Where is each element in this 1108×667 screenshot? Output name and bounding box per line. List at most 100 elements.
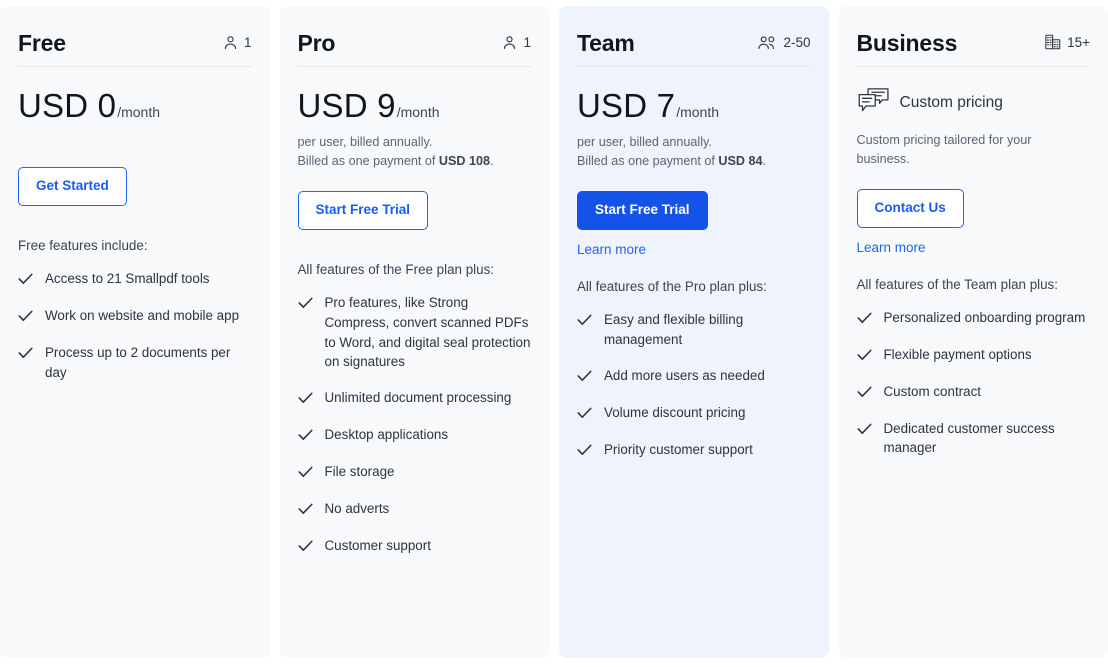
price-amount: USD 7 (577, 87, 676, 124)
cta-wrap: Get Started (18, 167, 252, 207)
billing-note: per user, billed annually. Billed as one… (577, 133, 811, 171)
check-icon (577, 369, 592, 387)
custom-pricing-description: Custom pricing tailored for your busines… (856, 133, 1032, 166)
check-icon (18, 272, 33, 290)
feature-text: Work on website and mobile app (45, 308, 240, 324)
seat-count: 1 (523, 35, 531, 50)
cta-wrap: Contact Us Learn more (856, 188, 1091, 257)
start-free-trial-button[interactable]: Start Free Trial (297, 191, 429, 230)
feature-text: No adverts (324, 501, 390, 517)
check-icon (18, 309, 33, 327)
speech-bubbles-icon (857, 87, 891, 119)
feature-text: Customer support (324, 538, 431, 554)
feature-item: Access to 21 Smallpdf tools (18, 269, 252, 290)
feature-item: Priority customer support (577, 440, 811, 461)
check-icon (297, 502, 313, 520)
feature-text: Add more users as needed (604, 367, 765, 383)
feature-item: No adverts (297, 499, 532, 520)
get-started-button[interactable]: Get Started (18, 167, 127, 207)
price-row: USD 9 /month (297, 87, 532, 124)
price-amount: USD 9 (297, 87, 396, 124)
feature-item: Add more users as needed (577, 366, 811, 387)
check-icon (856, 348, 872, 366)
learn-more-link[interactable]: Learn more (857, 240, 926, 255)
billing-note: per user, billed annually. Billed as one… (298, 133, 532, 171)
price-period: /month (396, 104, 440, 120)
features-intro: All features of the Pro plan plus: (577, 278, 767, 294)
billing-line: Billed as one payment of USD 84. (577, 152, 811, 171)
check-icon (297, 539, 313, 557)
seat-count: 15+ (1067, 34, 1090, 50)
feature-item: Unlimited document processing (297, 388, 532, 409)
check-icon (577, 443, 592, 461)
feature-text: Unlimited document processing (324, 390, 512, 406)
feature-text: Dedicated customer success manager (883, 420, 1055, 456)
feature-list: Easy and flexible billing management Add… (577, 310, 811, 461)
feature-item: Pro features, like Strong Compress, conv… (297, 293, 532, 372)
price-row: USD 7 /month (577, 87, 811, 124)
cta-wrap: Start Free Trial (297, 191, 532, 230)
check-icon (856, 385, 872, 403)
plan-title: Free (18, 30, 66, 56)
features-section: All features of the Free plan plus: Pro … (298, 262, 532, 557)
custom-pricing-label: Custom pricing (899, 94, 1003, 111)
features-intro: All features of the Free plan plus: (297, 261, 495, 277)
plan-seats: 1 (222, 34, 252, 51)
start-free-trial-button[interactable]: Start Free Trial (577, 191, 708, 230)
feature-item: Desktop applications (297, 425, 532, 446)
plan-header: Team 2-50 (577, 32, 811, 67)
plan-card-business: Business 15+ Custom pricing Custom prici… (838, 6, 1108, 658)
check-icon (297, 465, 313, 483)
billing-amount: USD 108 (438, 154, 491, 169)
features-section: All features of the Team plan plus: Pers… (857, 277, 1091, 459)
plan-seats: 15+ (1044, 33, 1090, 51)
feature-text: Access to 21 Smallpdf tools (45, 271, 210, 287)
feature-item: Customer support (297, 536, 532, 557)
seat-count: 2-50 (783, 35, 811, 50)
check-icon (297, 296, 313, 314)
features-section: All features of the Pro plan plus: Easy … (577, 279, 811, 461)
feature-text: Priority customer support (604, 441, 753, 457)
plan-header: Free 1 (18, 32, 252, 67)
plan-seats: 1 (501, 34, 531, 51)
feature-list: Personalized onboarding program Flexible… (856, 308, 1091, 459)
feature-item: Custom contract (856, 382, 1091, 403)
plan-title: Team (577, 30, 635, 56)
check-icon (577, 313, 592, 331)
plan-seats: 2-50 (757, 34, 811, 51)
feature-item: Process up to 2 documents per day (18, 343, 252, 383)
contact-us-button[interactable]: Contact Us (856, 188, 964, 228)
plan-header: Business 15+ (856, 32, 1090, 67)
check-icon (856, 422, 872, 440)
feature-item: Easy and flexible billing management (577, 310, 811, 350)
check-icon (297, 428, 313, 446)
billing-line-text: Billed as one payment of (577, 154, 719, 169)
feature-text: Custom contract (883, 383, 982, 399)
features-intro: All features of the Team plan plus: (856, 276, 1058, 292)
price-row: USD 0 /month (18, 87, 252, 124)
single-user-icon (501, 34, 518, 51)
feature-text: Desktop applications (324, 427, 449, 443)
feature-item: Dedicated customer success manager (856, 419, 1091, 459)
feature-text: Volume discount pricing (604, 404, 746, 420)
custom-pricing-row: Custom pricing (857, 87, 1091, 119)
price-period: /month (676, 104, 720, 120)
feature-text: Pro features, like Strong Compress, conv… (324, 294, 531, 370)
features-intro: Free features include: (18, 238, 148, 254)
feature-text: Flexible payment options (883, 346, 1032, 362)
feature-list: Pro features, like Strong Compress, conv… (297, 293, 532, 557)
feature-text: File storage (324, 464, 395, 480)
billing-line: Billed as one payment of USD 108. (298, 152, 532, 171)
plan-card-team: Team 2-50 USD 7 /month per user, billed … (559, 6, 829, 658)
feature-text: Personalized onboarding program (883, 309, 1086, 325)
check-icon (856, 311, 872, 329)
seat-count: 1 (243, 35, 252, 50)
check-icon (297, 391, 313, 409)
billing-line: per user, billed annually. (577, 135, 712, 150)
feature-item: Flexible payment options (856, 345, 1091, 366)
billing-line-text: Billed as one payment of (297, 154, 439, 169)
price-amount: USD 0 (18, 87, 117, 124)
learn-more-link[interactable]: Learn more (577, 242, 646, 257)
